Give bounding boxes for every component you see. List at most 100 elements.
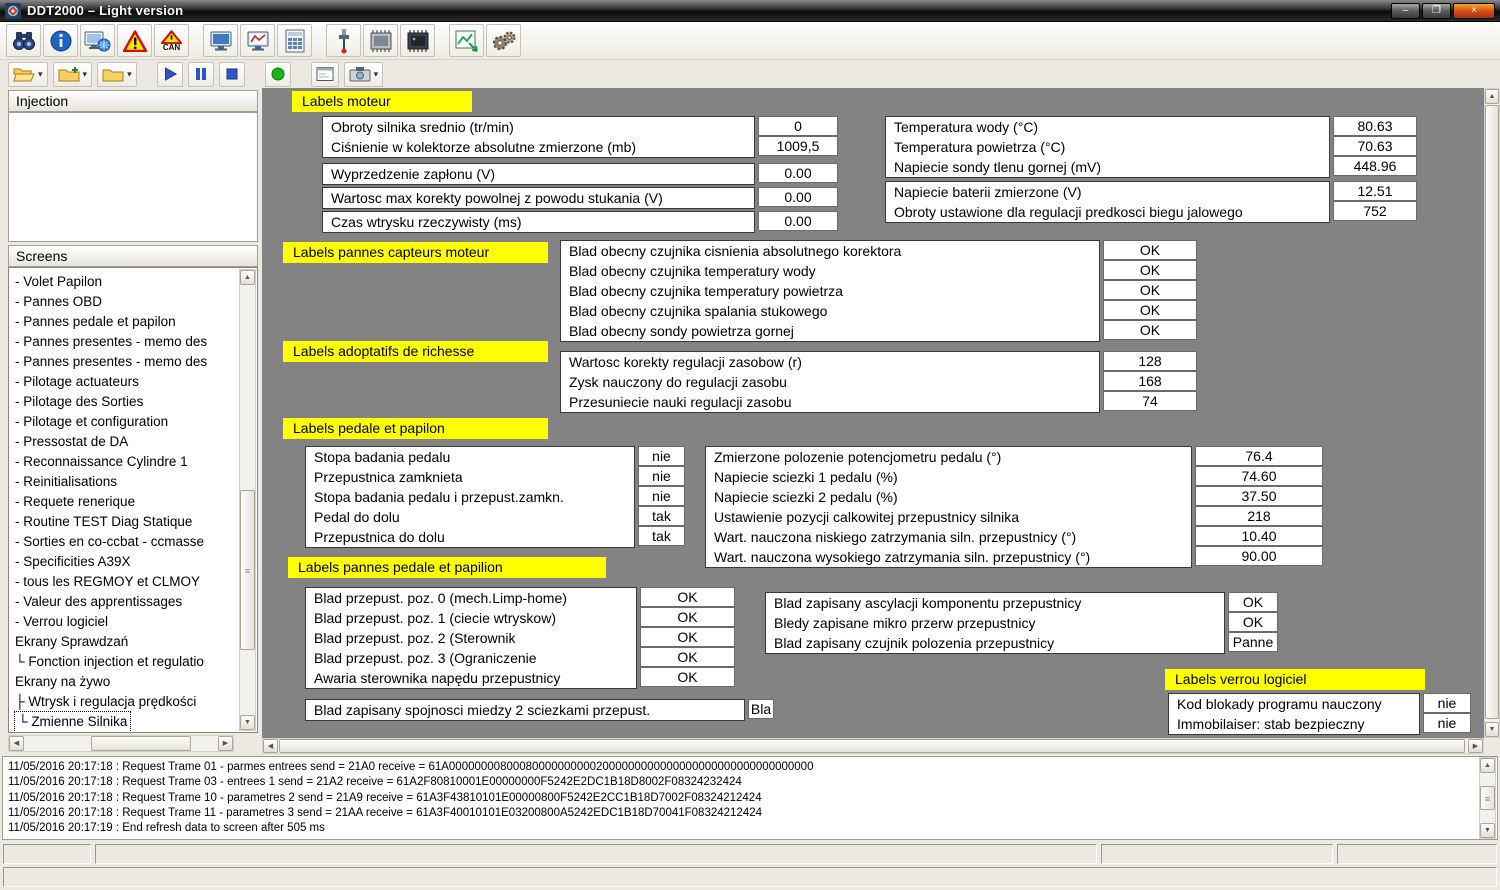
ecu-session-button[interactable] — [80, 24, 115, 57]
info-button[interactable] — [43, 24, 78, 57]
dtc-warning-button[interactable] — [117, 24, 152, 57]
param-label: Wartosc max korekty powolnej z powodu st… — [323, 188, 754, 208]
application-window: DDT2000 – Light version – ❐ × — [0, 0, 1500, 890]
screen-list-item[interactable]: └ Zmienne Silnika — [15, 712, 130, 732]
scroll-left-button[interactable]: ◀ — [9, 736, 24, 751]
param-label: Zmierzone polozenie potencjometru pedalu… — [706, 447, 1191, 467]
screen-list-item[interactable]: - Pressostat de DA — [15, 432, 239, 452]
screen-list-item[interactable]: - Pilotage des Sorties — [15, 392, 239, 412]
log-line: 11/05/2016 20:17:18 : Request Trame 01 -… — [8, 760, 1477, 775]
param-label: Pedal do dolu — [306, 507, 634, 527]
param-label: Wart. nauczona niskiego zatrzymania siln… — [706, 527, 1191, 547]
folder-icon — [102, 66, 124, 82]
screen-list-item[interactable]: - Requete renerique — [15, 492, 239, 512]
eeprom-chip-button[interactable] — [363, 24, 398, 57]
label-panel: Wartosc max korekty powolnej z powodu st… — [322, 187, 755, 209]
dropdown-arrow-icon[interactable]: ▾ — [83, 69, 88, 80]
dropdown-arrow-icon[interactable]: ▾ — [374, 69, 379, 80]
live-data-panel: Labels moteur Obroty silnika srednio (tr… — [262, 88, 1484, 738]
scroll-left-button[interactable]: ◀ — [263, 739, 278, 753]
screen-list-item[interactable]: - Pannes pedale et papilon — [15, 312, 239, 332]
param-label: Temperatura powietrza (°C) — [886, 137, 1329, 157]
log-line: 11/05/2016 20:17:19 : End refresh data t… — [8, 821, 1477, 836]
scrollbar-thumb[interactable]: ≡ — [240, 490, 255, 650]
new-folder-button[interactable]: ▾ — [53, 62, 93, 87]
param-value: nie — [638, 446, 685, 466]
flash-chip-button[interactable] — [400, 24, 435, 57]
param-value: OK — [1228, 592, 1278, 612]
screen-list-item[interactable]: - Routine TEST Diag Statique — [15, 512, 239, 532]
param-label: Blad przepust. poz. 3 (Ograniczenie — [306, 648, 636, 668]
scroll-up-button[interactable]: ▲ — [1485, 89, 1499, 104]
param-value: nie — [1423, 693, 1471, 713]
screen-list-item[interactable]: - Reinitialisations — [15, 472, 239, 492]
scroll-down-button[interactable]: ▼ — [240, 715, 255, 730]
screen-list-item[interactable]: ├ Wtrysk i regulacja prędkości — [15, 692, 239, 712]
param-label: Immobilaiser: stab bezpieczny — [1169, 714, 1419, 734]
pause-button[interactable] — [188, 62, 214, 87]
can-warning-triangle-icon — [161, 30, 182, 44]
screen-list-item[interactable]: - Valeur des apprentissages — [15, 592, 239, 612]
dropdown-arrow-icon[interactable]: ▾ — [38, 69, 43, 80]
stop-icon — [224, 66, 240, 82]
screen-list-item[interactable]: - Specificities A39X — [15, 552, 239, 572]
screen-list-item[interactable]: - Verrou logiciel — [15, 612, 239, 632]
screen-list-item[interactable]: - Pannes presentes - memo des — [15, 332, 239, 352]
param-label: Stopa badania pedalu — [306, 447, 634, 467]
stop-button[interactable] — [219, 62, 245, 87]
settings-button[interactable] — [486, 24, 521, 57]
graph-export-button[interactable] — [449, 24, 484, 57]
record-button[interactable] — [265, 62, 291, 87]
param-label: Ustawienie pozycji calkowitej przepustni… — [706, 507, 1191, 527]
param-value: 90.00 — [1195, 546, 1323, 566]
label-panel: Czas wtrysku rzeczywisty (ms) — [322, 211, 755, 233]
screen-list-item[interactable]: - Sorties en co-ccbat - ccmasse — [15, 532, 239, 552]
screen-list-item[interactable]: - Reconnaissance Cylindre 1 — [15, 452, 239, 472]
play-button[interactable] — [157, 62, 183, 87]
value-column: 12.51752 — [1333, 181, 1417, 221]
app-icon[interactable] — [5, 3, 21, 19]
monitor-graph-button[interactable] — [240, 24, 275, 57]
param-label: Temperatura wody (°C) — [886, 117, 1329, 137]
scroll-right-button[interactable]: ▶ — [218, 736, 233, 751]
computer-globe-icon — [84, 29, 111, 53]
scrollbar-thumb[interactable] — [279, 739, 1465, 753]
open-folder-button[interactable]: ▾ — [8, 62, 48, 87]
dropdown-arrow-icon[interactable]: ▾ — [127, 69, 132, 80]
screen-list-item[interactable]: └ Fonction injection et regulatio — [15, 652, 239, 672]
param-label: Napiecie sondy tlenu gornej (mV) — [886, 157, 1329, 177]
screen-list-item[interactable]: - Volet Papilon — [15, 272, 239, 292]
measure-probe-button[interactable] — [326, 24, 361, 57]
screen-list-item[interactable]: - Pannes OBD — [15, 292, 239, 312]
screen-list-item[interactable]: Ekrany Sprawdzań — [15, 632, 239, 652]
folder-button[interactable]: ▾ — [97, 62, 137, 87]
scroll-up-button[interactable]: ▲ — [240, 270, 255, 285]
status-segment — [3, 867, 1497, 887]
param-value: nie — [1423, 713, 1471, 733]
screen-list-item[interactable]: - Pannes presentes - memo des — [15, 352, 239, 372]
minimize-button[interactable]: – — [1391, 3, 1420, 19]
scrollbar-thumb[interactable]: ≡ — [1480, 786, 1495, 810]
scroll-up-button[interactable]: ▲ — [1480, 758, 1495, 773]
screen-list-item[interactable]: - tous les REGMOY et CLMOY — [15, 572, 239, 592]
screenshot-button[interactable]: ▾ — [344, 62, 384, 87]
maximize-button[interactable]: ❐ — [1422, 3, 1451, 19]
close-button[interactable]: × — [1453, 3, 1495, 19]
screen-list-item[interactable]: - Pilotage et configuration — [15, 412, 239, 432]
title-bar: DDT2000 – Light version – ❐ × — [0, 0, 1500, 22]
can-warning-button[interactable]: CAN — [154, 24, 189, 57]
screen-list-item[interactable]: - Pilotage actuateurs — [15, 372, 239, 392]
scroll-down-button[interactable]: ▼ — [1485, 722, 1499, 737]
search-button[interactable] — [6, 24, 41, 57]
monitor-button[interactable] — [203, 24, 238, 57]
screen-list-item[interactable]: Ekrany na żywo — [15, 672, 239, 692]
form-window-button[interactable] — [311, 62, 339, 87]
value-column: 12816874 — [1103, 351, 1197, 411]
scroll-right-button[interactable]: ▶ — [1468, 739, 1483, 753]
scrollbar-thumb[interactable] — [91, 736, 191, 751]
param-label: Blad obecny czujnika temperatury powietr… — [561, 281, 1099, 301]
param-label: Blad obecny sondy powietrza gornej — [561, 321, 1099, 341]
scroll-down-button[interactable]: ▼ — [1480, 823, 1495, 838]
scrollbar-thumb[interactable] — [1485, 105, 1499, 719]
values-grid-button[interactable] — [277, 24, 312, 57]
